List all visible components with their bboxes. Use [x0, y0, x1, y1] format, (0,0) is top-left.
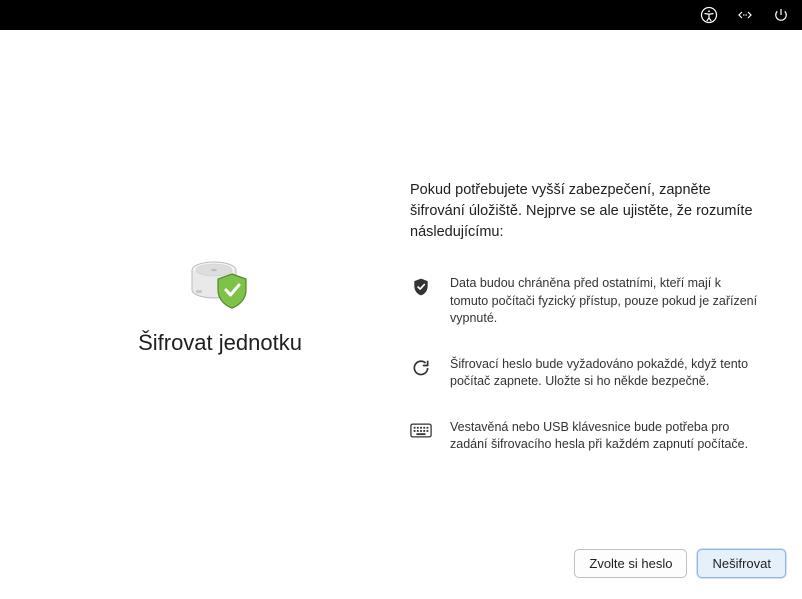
footer-bar: Zvolte si heslo Nešifrovat: [0, 541, 802, 599]
top-bar: [0, 0, 802, 30]
page-title: Šifrovat jednotku: [138, 330, 302, 356]
left-pane: Šifrovat jednotku: [30, 80, 410, 356]
accessibility-icon[interactable]: [700, 6, 718, 24]
bullet-item: Data budou chráněna před ostatními, kteř…: [410, 275, 762, 328]
intro-text: Pokud potřebujete vyšší zabezpečení, zap…: [410, 180, 762, 243]
choose-password-button[interactable]: Zvolte si heslo: [574, 549, 687, 578]
code-expand-icon[interactable]: [736, 6, 754, 24]
bullet-text: Vestavěná nebo USB klávesnice bude potře…: [450, 419, 762, 454]
refresh-icon: [410, 357, 432, 379]
right-pane: Pokud potřebujete vyšší zabezpečení, zap…: [410, 80, 772, 454]
bullet-text: Šifrovací heslo bude vyžadováno pokaždé,…: [450, 356, 762, 391]
bullet-item: Vestavěná nebo USB klávesnice bude potře…: [410, 419, 762, 454]
bullet-text: Data budou chráněna před ostatními, kteř…: [450, 275, 762, 328]
drive-shield-icon: [188, 250, 252, 310]
dont-encrypt-button[interactable]: Nešifrovat: [697, 549, 786, 578]
content-area: Šifrovat jednotku Pokud potřebujete vyšš…: [0, 30, 802, 541]
keyboard-icon: [410, 420, 432, 442]
shield-check-icon: [410, 276, 432, 298]
installer-window: Šifrovat jednotku Pokud potřebujete vyšš…: [0, 30, 802, 599]
power-icon[interactable]: [772, 6, 790, 24]
bullet-list: Data budou chráněna před ostatními, kteř…: [410, 275, 762, 454]
bullet-item: Šifrovací heslo bude vyžadováno pokaždé,…: [410, 356, 762, 391]
